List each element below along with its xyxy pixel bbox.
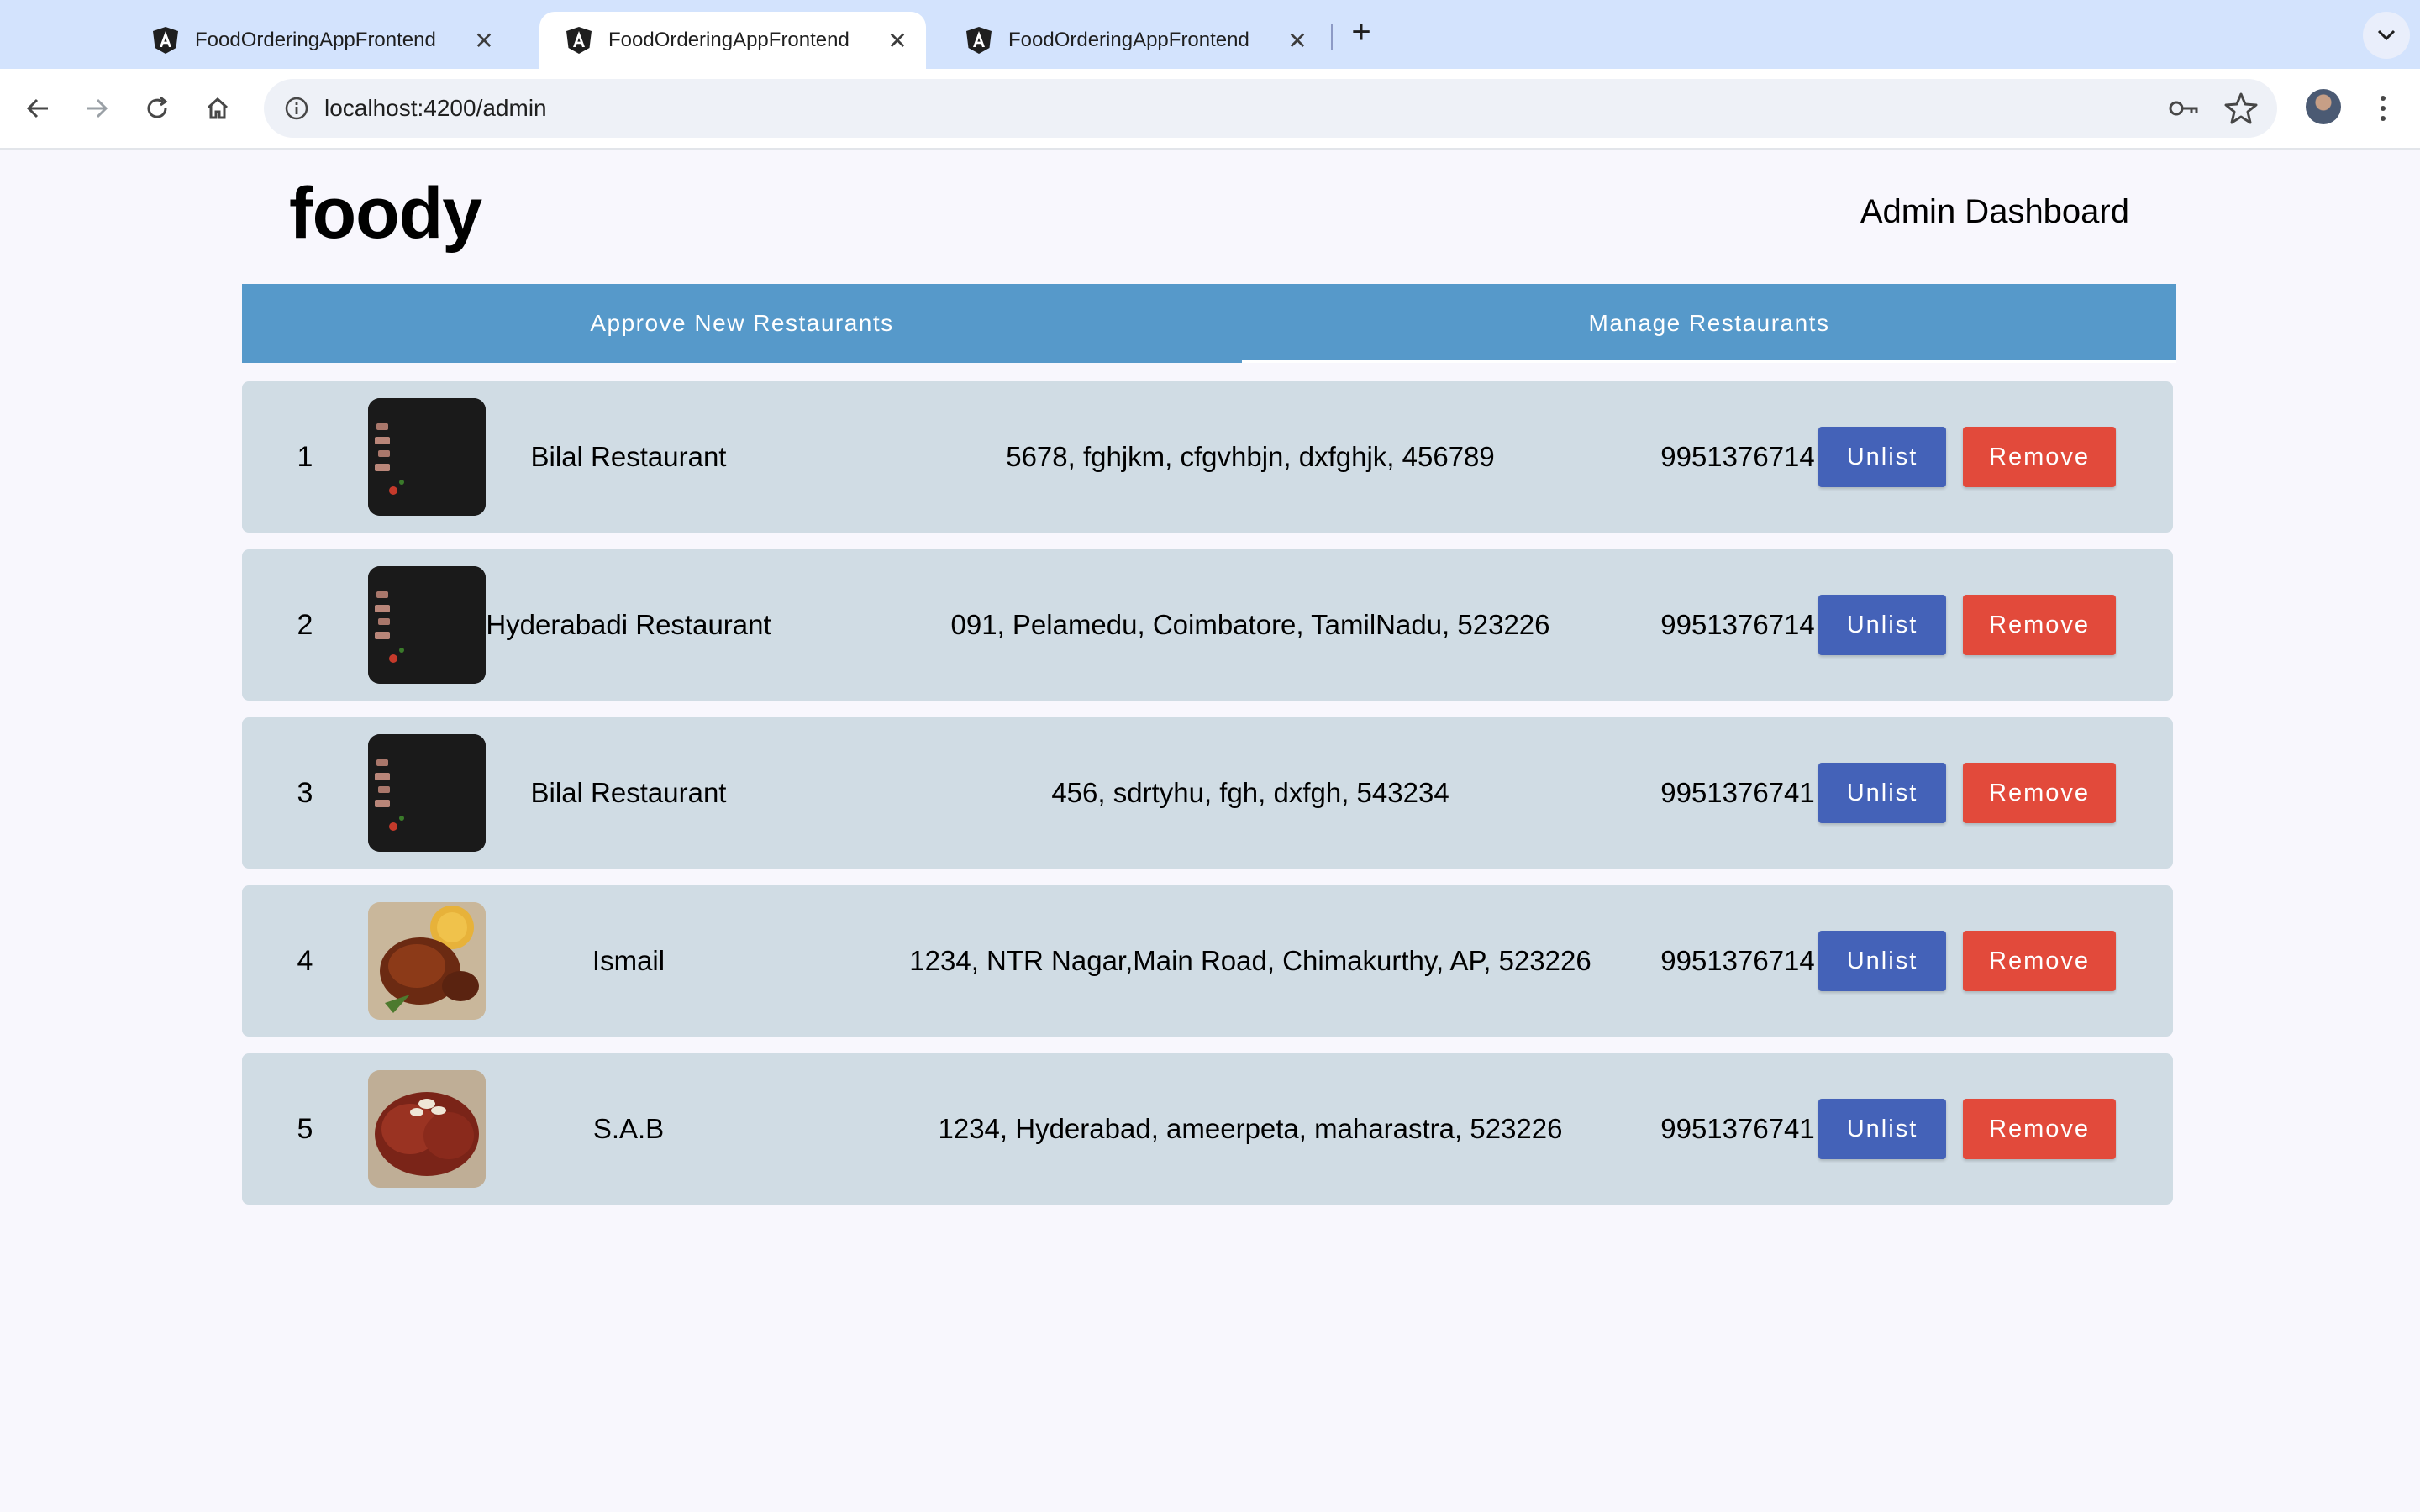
unlist-button[interactable]: Unlist [1818,931,1946,991]
restaurant-name: Bilal Restaurant [530,777,727,808]
browser-tab-3[interactable]: FoodOrderingAppFrontend ✕ [939,12,1326,69]
row-index: 5 [297,1112,313,1145]
active-tab-indicator [1242,360,2176,363]
remove-button[interactable]: Remove [1963,595,2116,655]
remove-button[interactable]: Remove [1963,427,2116,487]
tab-approve-new-restaurants[interactable]: Approve New Restaurants [242,284,1242,363]
restaurant-image [368,734,486,852]
restaurant-image [368,566,486,684]
unlist-button[interactable]: Unlist [1818,763,1946,823]
more-menu-icon[interactable] [2368,87,2398,129]
restaurant-row: 2 Hyderabadi Restaurant 091, Pelamedu, C… [242,549,2173,701]
page-title: Admin Dashboard [1860,193,2129,230]
back-arrow-icon[interactable] [17,87,59,129]
tab-separator [1331,24,1333,50]
close-icon[interactable]: ✕ [1281,24,1314,57]
reload-icon[interactable] [136,87,178,129]
angular-icon [565,26,593,55]
restaurant-name: Hyderabadi Restaurant [486,609,771,640]
address-bar[interactable]: localhost:4200/admin [264,79,2277,138]
restaurant-name: Bilal Restaurant [530,441,727,472]
remove-button[interactable]: Remove [1963,931,2116,991]
password-key-icon[interactable] [2166,91,2202,126]
row-index: 2 [297,608,313,641]
admin-tabs: Approve New Restaurants Manage Restauran… [242,284,2176,363]
angular-icon [151,26,180,55]
unlist-button[interactable]: Unlist [1818,595,1946,655]
row-index: 3 [297,776,313,809]
forward-arrow-icon[interactable] [76,87,118,129]
new-tab-plus-icon[interactable]: + [1344,15,1378,52]
restaurant-image [368,902,486,1020]
site-info-icon[interactable] [277,89,316,128]
browser-tab-1[interactable]: FoodOrderingAppFrontend ✕ [126,12,513,69]
restaurant-row: 5 S.A.B 1234, Hyderabad, ameerpeta, maha… [242,1053,2173,1205]
unlist-button[interactable]: Unlist [1818,1099,1946,1159]
browser-toolbar: localhost:4200/admin [0,69,2420,150]
close-icon[interactable]: ✕ [467,24,501,57]
restaurant-name: S.A.B [592,1113,665,1144]
unlist-button[interactable]: Unlist [1818,427,1946,487]
angular-icon [965,26,993,55]
remove-button[interactable]: Remove [1963,1099,2116,1159]
restaurant-image [368,1070,486,1188]
profile-avatar[interactable] [2306,89,2341,124]
home-icon[interactable] [197,87,239,129]
browser-tab-2[interactable]: FoodOrderingAppFrontend ✕ [539,12,926,69]
restaurant-row: 4 Ismail 1234, NTR Nagar,Main Road, Chim… [242,885,2173,1037]
close-icon[interactable]: ✕ [881,24,914,57]
tab-title: FoodOrderingAppFrontend [608,29,850,51]
row-index: 1 [297,440,313,473]
tab-manage-restaurants[interactable]: Manage Restaurants [1242,284,2176,363]
url-text[interactable]: localhost:4200/admin [324,79,547,138]
brand-logo[interactable]: foody [289,172,482,255]
row-index: 4 [297,944,313,977]
restaurant-row: 3 Bilal Restaurant 456, sdrtyhu, fgh, dx… [242,717,2173,869]
tab-title: FoodOrderingAppFrontend [195,29,436,51]
restaurant-name: Ismail [592,945,666,976]
tab-search-chevron-down-icon[interactable] [2363,12,2410,59]
browser-tab-strip: FoodOrderingAppFrontend ✕ FoodOrderingAp… [0,0,2420,69]
restaurant-image [368,398,486,516]
restaurant-row: 1 Bilal Restaurant 5678, fghjkm, cfgvhbj… [242,381,2173,533]
bookmark-star-icon[interactable] [2222,89,2260,128]
tab-title: FoodOrderingAppFrontend [1008,29,1249,51]
remove-button[interactable]: Remove [1963,763,2116,823]
